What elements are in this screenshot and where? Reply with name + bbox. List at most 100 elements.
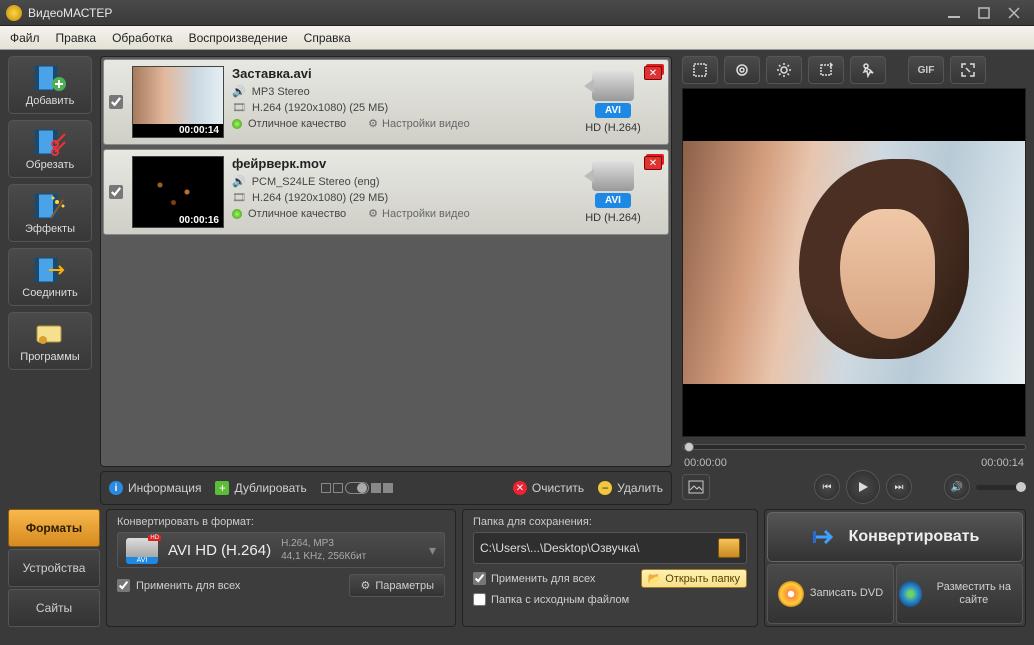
format-badge: AVI [595,193,631,208]
sidebar-effects-button[interactable]: Эффекты [8,184,92,242]
file-duration: 00:00:14 [133,124,223,137]
convert-button[interactable]: Конвертировать [767,512,1023,562]
crop-tool-button[interactable] [682,56,718,84]
snapshot-button[interactable] [682,474,710,500]
source-folder-checkbox[interactable] [473,593,486,606]
browse-folder-button[interactable] [718,538,740,558]
prev-button[interactable]: ⏮ [814,474,840,500]
sidebar-label: Соединить [22,287,78,299]
sidebar: Добавить Обрезать Эффекты Соединить Прог… [0,50,100,505]
file-settings-link[interactable]: ⚙ Настройки видео [368,207,470,220]
sidebar-programs-button[interactable]: Программы [8,312,92,370]
menu-edit[interactable]: Правка [56,31,97,45]
file-item[interactable]: 00:00:16 фейрверк.mov 🔊 PCM_S24LE Stereo … [103,149,669,235]
format-badge: AVI [595,103,631,118]
file-duration: 00:00:16 [133,214,223,227]
tab-sites[interactable]: Сайты [8,589,100,627]
format-details: H.264, MP3 [281,537,366,550]
save-panel: Папка для сохранения: C:\Users\...\Deskt… [462,509,758,627]
file-audio: PCM_S24LE Stereo (eng) [252,176,380,188]
apply-all-checkbox[interactable] [473,572,486,585]
apply-all-label: Применить для всех [136,580,240,592]
list-toolbar: iИнформация +Дублировать ✕Очистить −Удал… [100,471,672,505]
gear-icon: ⚙ [360,579,370,592]
file-name: Заставка.avi [232,66,554,81]
volume-slider[interactable] [976,485,1026,490]
sidebar-trim-button[interactable]: Обрезать [8,120,92,178]
file-thumbnail[interactable]: 00:00:14 [132,66,224,138]
publish-site-button[interactable]: Разместить на сайте [896,564,1023,624]
panel-header: Конвертировать в формат: [117,516,445,528]
menu-playback[interactable]: Воспроизведение [189,31,288,45]
format-name: AVI HD (H.264) [168,542,271,559]
apply-all-checkbox[interactable] [117,579,130,592]
file-checkbox[interactable] [109,185,123,199]
open-folder-button[interactable]: 📂 Открыть папку [641,569,747,588]
tab-devices[interactable]: Устройства [8,549,100,587]
save-path[interactable]: C:\Users\...\Desktop\Озвучка\ [480,541,714,555]
format-selector[interactable]: HD AVI HD (H.264) H.264, MP3 44,1 KHz, 2… [117,532,445,568]
vignette-tool-button[interactable] [724,56,760,84]
file-quality: Отличное качество [248,208,346,220]
camera-icon [592,71,634,101]
menu-help[interactable]: Справка [304,31,351,45]
sidebar-merge-button[interactable]: Соединить [8,248,92,306]
quality-icon [232,209,242,219]
gif-tool-button[interactable]: GIF [908,56,944,84]
file-settings-link[interactable]: ⚙ Настройки видео [368,117,470,130]
film-icon: 🎞 [232,191,246,204]
file-name: фейрверк.mov [232,156,554,171]
seek-slider[interactable] [682,444,1026,450]
panel-header: Папка для сохранения: [473,516,747,528]
source-folder-label: Папка с исходным файлом [491,594,629,606]
format-tabs: Форматы Устройства Сайты [8,509,100,627]
file-checkbox[interactable] [109,95,123,109]
preview-area[interactable] [682,88,1026,437]
brightness-tool-button[interactable] [766,56,802,84]
tab-formats[interactable]: Форматы [8,509,100,547]
file-thumbnail[interactable]: 00:00:16 [132,156,224,228]
delete-button[interactable]: −Удалить [598,481,663,495]
next-button[interactable]: ⏭ [886,474,912,500]
burn-dvd-button[interactable]: Записать DVD [767,564,894,624]
file-video: H.264 (1920x1080) (29 МБ) [252,192,388,204]
app-title: ВидеоМАСТЕР [28,6,938,20]
view-switcher[interactable] [321,482,393,494]
maximize-button[interactable] [970,4,998,22]
sidebar-label: Обрезать [26,159,75,171]
apply-all-label: Применить для всех [491,573,595,585]
params-button[interactable]: ⚙Параметры [349,574,445,597]
rotate-tool-button[interactable] [808,56,844,84]
format-details: 44,1 KHz, 256Кбит [281,550,366,563]
menu-bar: Файл Правка Обработка Воспроизведение Сп… [0,26,1034,50]
clear-button[interactable]: ✕Очистить [513,481,584,495]
menu-file[interactable]: Файл [10,31,40,45]
duplicate-button[interactable]: +Дублировать [215,481,306,495]
sidebar-label: Программы [20,351,79,363]
play-button[interactable] [846,470,880,504]
convert-icon [811,523,839,551]
info-button[interactable]: iИнформация [109,481,201,495]
preview-toolbar: GIF [682,56,1026,84]
info-icon: i [109,481,123,495]
time-current: 00:00:00 [684,457,727,469]
quality-icon [232,119,242,129]
file-video: H.264 (1920x1080) (25 МБ) [252,102,388,114]
minimize-button[interactable] [940,4,968,22]
globe-icon [899,581,922,607]
close-button[interactable] [1000,4,1028,22]
sidebar-add-button[interactable]: Добавить [8,56,92,114]
speaker-icon: 🔊 [232,175,246,188]
sidebar-label: Эффекты [25,223,75,235]
file-remove-button[interactable]: ✕ [644,66,662,80]
film-plus-icon [32,63,68,93]
menu-process[interactable]: Обработка [112,31,173,45]
fullscreen-tool-button[interactable] [950,56,986,84]
file-item[interactable]: 00:00:14 Заставка.avi 🔊MP3 Stereo 🎞H.264… [103,59,669,145]
clear-icon: ✕ [513,481,527,495]
file-list: 00:00:14 Заставка.avi 🔊MP3 Stereo 🎞H.264… [100,56,672,467]
speed-tool-button[interactable] [850,56,886,84]
volume-button[interactable]: 🔊 [944,474,970,500]
file-remove-button[interactable]: ✕ [644,156,662,170]
film-effects-icon [32,191,68,221]
